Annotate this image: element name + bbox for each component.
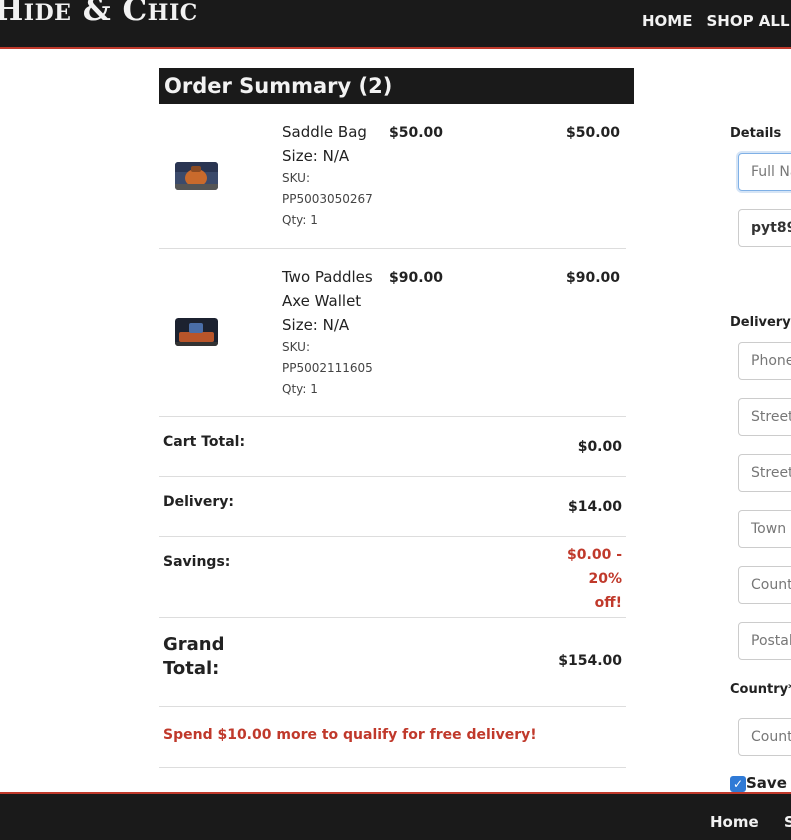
site-logo[interactable]: Hide & Chic bbox=[0, 0, 198, 28]
delivery-label: Delivery: bbox=[163, 494, 234, 510]
cart-item-sku-label: SKU: bbox=[282, 171, 310, 185]
email-input[interactable]: pyt89 bbox=[738, 209, 791, 247]
cart-item-total-price: $90.00 bbox=[566, 270, 621, 286]
cart-item-qty: Qty: 1 bbox=[282, 213, 318, 227]
cart-total-label: Cart Total: bbox=[163, 434, 246, 450]
cart-item-name[interactable]: Two Paddles bbox=[282, 265, 382, 289]
savings-value: $0.00 - 20% off! bbox=[567, 543, 622, 615]
nav-home-link[interactable]: HOME bbox=[642, 12, 692, 30]
grand-total-label-line: Grand bbox=[163, 634, 225, 655]
delivery-row: Delivery: $14.00 bbox=[159, 477, 626, 537]
cart-item: Saddle Bag Size: N/A SKU: PP5003050267 Q… bbox=[159, 104, 626, 249]
savings-value-line: off! bbox=[594, 595, 622, 611]
full-name-input[interactable]: Full Name bbox=[738, 153, 791, 191]
delivery-value: $14.00 bbox=[567, 499, 622, 515]
country-label: Country* bbox=[730, 682, 791, 697]
cart-item-size: Size: N/A bbox=[282, 316, 350, 334]
cart-item-total-price: $50.00 bbox=[566, 125, 621, 141]
phone-input[interactable]: Phone bbox=[738, 342, 791, 380]
delivery-section-label: Delivery bbox=[730, 315, 791, 330]
postal-code-input[interactable]: Postal bbox=[738, 622, 791, 660]
cart-total-row: Cart Total: $0.00 bbox=[159, 417, 626, 477]
details-section-label: Details bbox=[730, 126, 782, 141]
checkout-form: Details Full Name pyt89 Delivery Phone S… bbox=[730, 0, 791, 792]
savings-label: Savings: bbox=[163, 554, 231, 570]
free-delivery-promo: Spend $10.00 more to qualify for free de… bbox=[163, 727, 537, 743]
order-summary: Order Summary (2) bbox=[159, 68, 634, 104]
cart-item-unit-price: $50.00 bbox=[389, 125, 444, 141]
cart-item-sku: PP5002111605 bbox=[282, 361, 373, 375]
street-address-2-input[interactable]: Street bbox=[738, 454, 791, 492]
cart-item-sku-label: SKU: bbox=[282, 340, 310, 354]
county-input[interactable]: Count bbox=[738, 566, 791, 604]
cart-item-info: Saddle Bag Size: N/A SKU: PP5003050267 Q… bbox=[282, 120, 382, 231]
footer-home-link[interactable]: Home bbox=[710, 813, 759, 831]
cart-item: Two Paddles Axe Wallet Size: N/A SKU: PP… bbox=[159, 249, 626, 417]
country-select[interactable]: Count bbox=[738, 718, 791, 756]
cart-item-name[interactable]: Saddle Bag bbox=[282, 120, 382, 144]
grand-total-label: Grand Total: bbox=[163, 633, 225, 681]
cart-item-sku: PP5003050267 bbox=[282, 192, 373, 206]
order-summary-title: Order Summary (2) bbox=[159, 68, 634, 104]
grand-total-label-line: Total: bbox=[163, 658, 220, 679]
save-info-label[interactable]: Save t bbox=[746, 774, 791, 792]
street-address-1-input[interactable]: Street bbox=[738, 398, 791, 436]
cart-item-qty: Qty: 1 bbox=[282, 382, 318, 396]
savings-row: Savings: $0.00 - 20% off! bbox=[159, 537, 626, 618]
grand-total-value: $154.00 bbox=[558, 653, 622, 669]
cart-item-info: Two Paddles Axe Wallet Size: N/A SKU: PP… bbox=[282, 265, 382, 400]
grand-total-row: Grand Total: $154.00 bbox=[159, 618, 626, 707]
savings-value-line: $0.00 - bbox=[567, 547, 622, 563]
footer-bar: Home S bbox=[0, 792, 791, 840]
cart-item-unit-price: $90.00 bbox=[389, 270, 444, 286]
cart-item-size: Size: N/A bbox=[282, 147, 350, 165]
saddle-bag-image bbox=[175, 162, 218, 190]
cart-total-value: $0.00 bbox=[577, 439, 622, 455]
footer-shop-link[interactable]: S bbox=[784, 813, 791, 831]
axe-wallet-image bbox=[175, 318, 218, 346]
save-info-checkbox[interactable]: ✓ bbox=[730, 776, 746, 792]
top-navbar: Hide & Chic HOME SHOP ALL bbox=[0, 0, 791, 49]
town-input[interactable]: Town bbox=[738, 510, 791, 548]
savings-value-line: 20% bbox=[588, 571, 622, 587]
cart-item-name-line2[interactable]: Axe Wallet bbox=[282, 289, 382, 313]
